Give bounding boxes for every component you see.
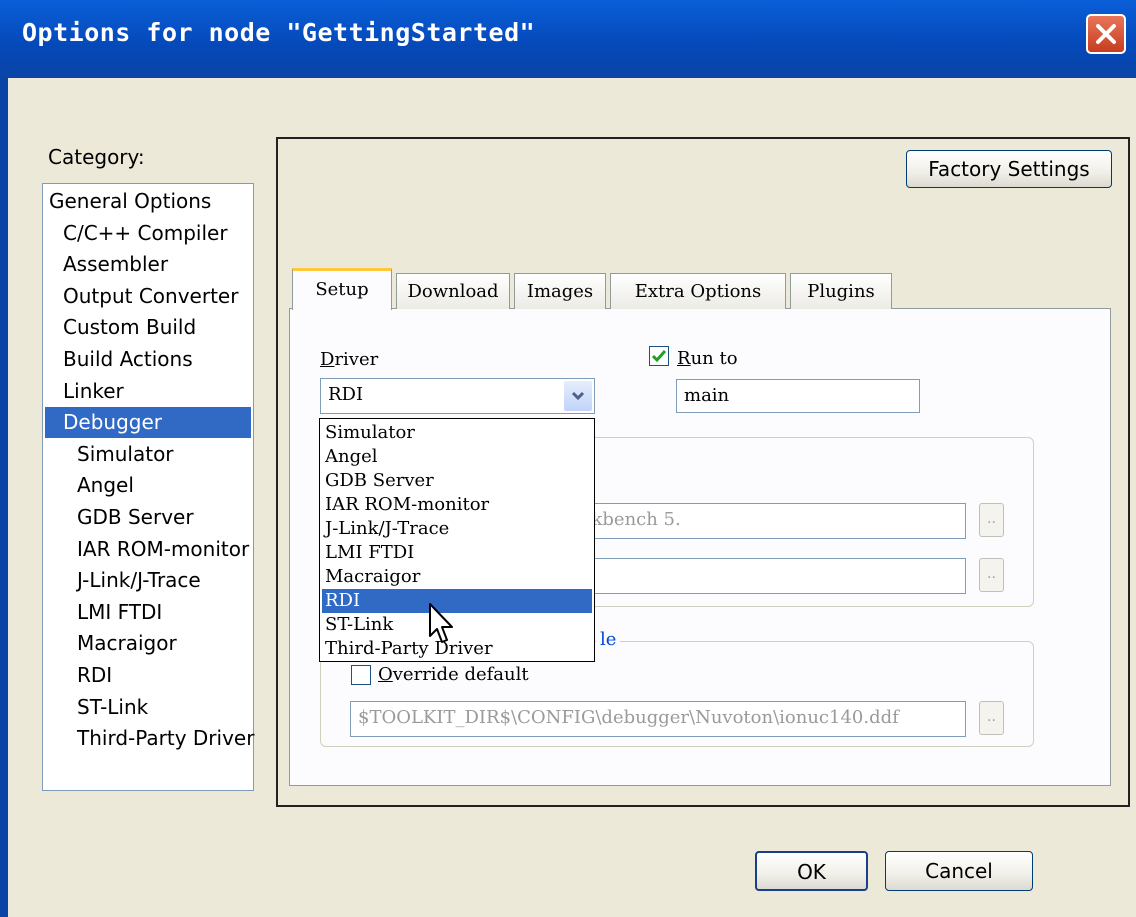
category-item[interactable]: Third-Party Driver <box>45 723 254 754</box>
category-item[interactable]: GDB Server <box>45 502 251 533</box>
tab-plugins[interactable]: Plugins <box>790 273 892 309</box>
category-item[interactable]: Custom Build <box>45 312 251 343</box>
window-frame <box>0 78 8 917</box>
category-item[interactable]: Build Actions <box>45 344 251 375</box>
driver-option[interactable]: GDB Server <box>322 469 592 493</box>
category-item[interactable]: RDI <box>45 660 251 691</box>
override-default-label: Override default <box>378 664 529 685</box>
driver-option[interactable]: Simulator <box>322 421 592 445</box>
device-description-legend: le <box>596 629 621 650</box>
setup-macros-browse-button[interactable]: .. <box>979 503 1004 537</box>
category-item[interactable]: Simulator <box>45 439 251 470</box>
override-default-checkbox[interactable] <box>351 665 371 685</box>
driver-option[interactable]: IAR ROM-monitor <box>322 493 592 517</box>
ok-button[interactable]: OK <box>755 851 868 891</box>
driver-select[interactable]: RDI <box>320 378 595 414</box>
category-item[interactable]: Output Converter <box>45 281 251 312</box>
close-icon <box>1096 24 1116 44</box>
mouse-cursor-icon <box>429 603 453 643</box>
category-item[interactable]: J-Link/J-Trace <box>45 565 251 596</box>
category-item[interactable]: Assembler <box>45 249 251 280</box>
tab-setup[interactable]: Setup <box>292 268 392 310</box>
category-label: Category: <box>48 145 145 169</box>
driver-label: Driver <box>320 349 379 370</box>
tab-download[interactable]: Download <box>396 273 510 309</box>
driver-option[interactable]: Macraigor <box>322 565 592 589</box>
factory-settings-button[interactable]: Factory Settings <box>906 150 1112 188</box>
category-item[interactable]: Debugger <box>45 407 251 439</box>
category-item[interactable]: C/C++ Compiler <box>45 218 251 249</box>
tab-images[interactable]: Images <box>514 273 606 309</box>
checkmark-icon <box>651 350 667 363</box>
category-item[interactable]: ST-Link <box>45 692 251 723</box>
driver-option[interactable]: LMI FTDI <box>322 541 592 565</box>
category-list[interactable]: General Options C/C++ Compiler Assembler Ou… <box>42 183 254 791</box>
category-item[interactable]: Linker <box>45 376 251 407</box>
category-item[interactable]: Macraigor <box>45 628 251 659</box>
run-to-checkbox[interactable] <box>649 346 669 366</box>
setup-macros-browse-button-2[interactable]: .. <box>979 558 1004 592</box>
category-item[interactable]: General Options <box>45 186 251 217</box>
driver-option[interactable]: Angel <box>322 445 592 469</box>
close-button[interactable] <box>1086 14 1126 54</box>
category-item[interactable]: LMI FTDI <box>45 597 251 628</box>
dialog-title: Options for node "GettingStarted" <box>22 18 536 47</box>
driver-option[interactable]: J-Link/J-Trace <box>322 517 592 541</box>
ddf-path-input[interactable]: $TOOLKIT_DIR$\CONFIG\debugger\Nuvoton\io… <box>350 701 966 737</box>
chevron-down-icon[interactable] <box>564 381 592 411</box>
run-to-label: Run to <box>677 348 738 369</box>
run-to-input[interactable]: main <box>676 379 920 413</box>
options-dialog: Options for node "GettingStarted" Catego… <box>0 0 1136 917</box>
tab-extra-options[interactable]: Extra Options <box>610 273 786 309</box>
category-item[interactable]: IAR ROM-monitor <box>45 534 251 565</box>
cancel-button[interactable]: Cancel <box>885 851 1033 891</box>
ddf-browse-button[interactable]: .. <box>979 701 1004 735</box>
driver-value: RDI <box>328 384 364 405</box>
category-item[interactable]: Angel <box>45 470 251 501</box>
title-bar[interactable]: Options for node "GettingStarted" <box>0 0 1136 78</box>
